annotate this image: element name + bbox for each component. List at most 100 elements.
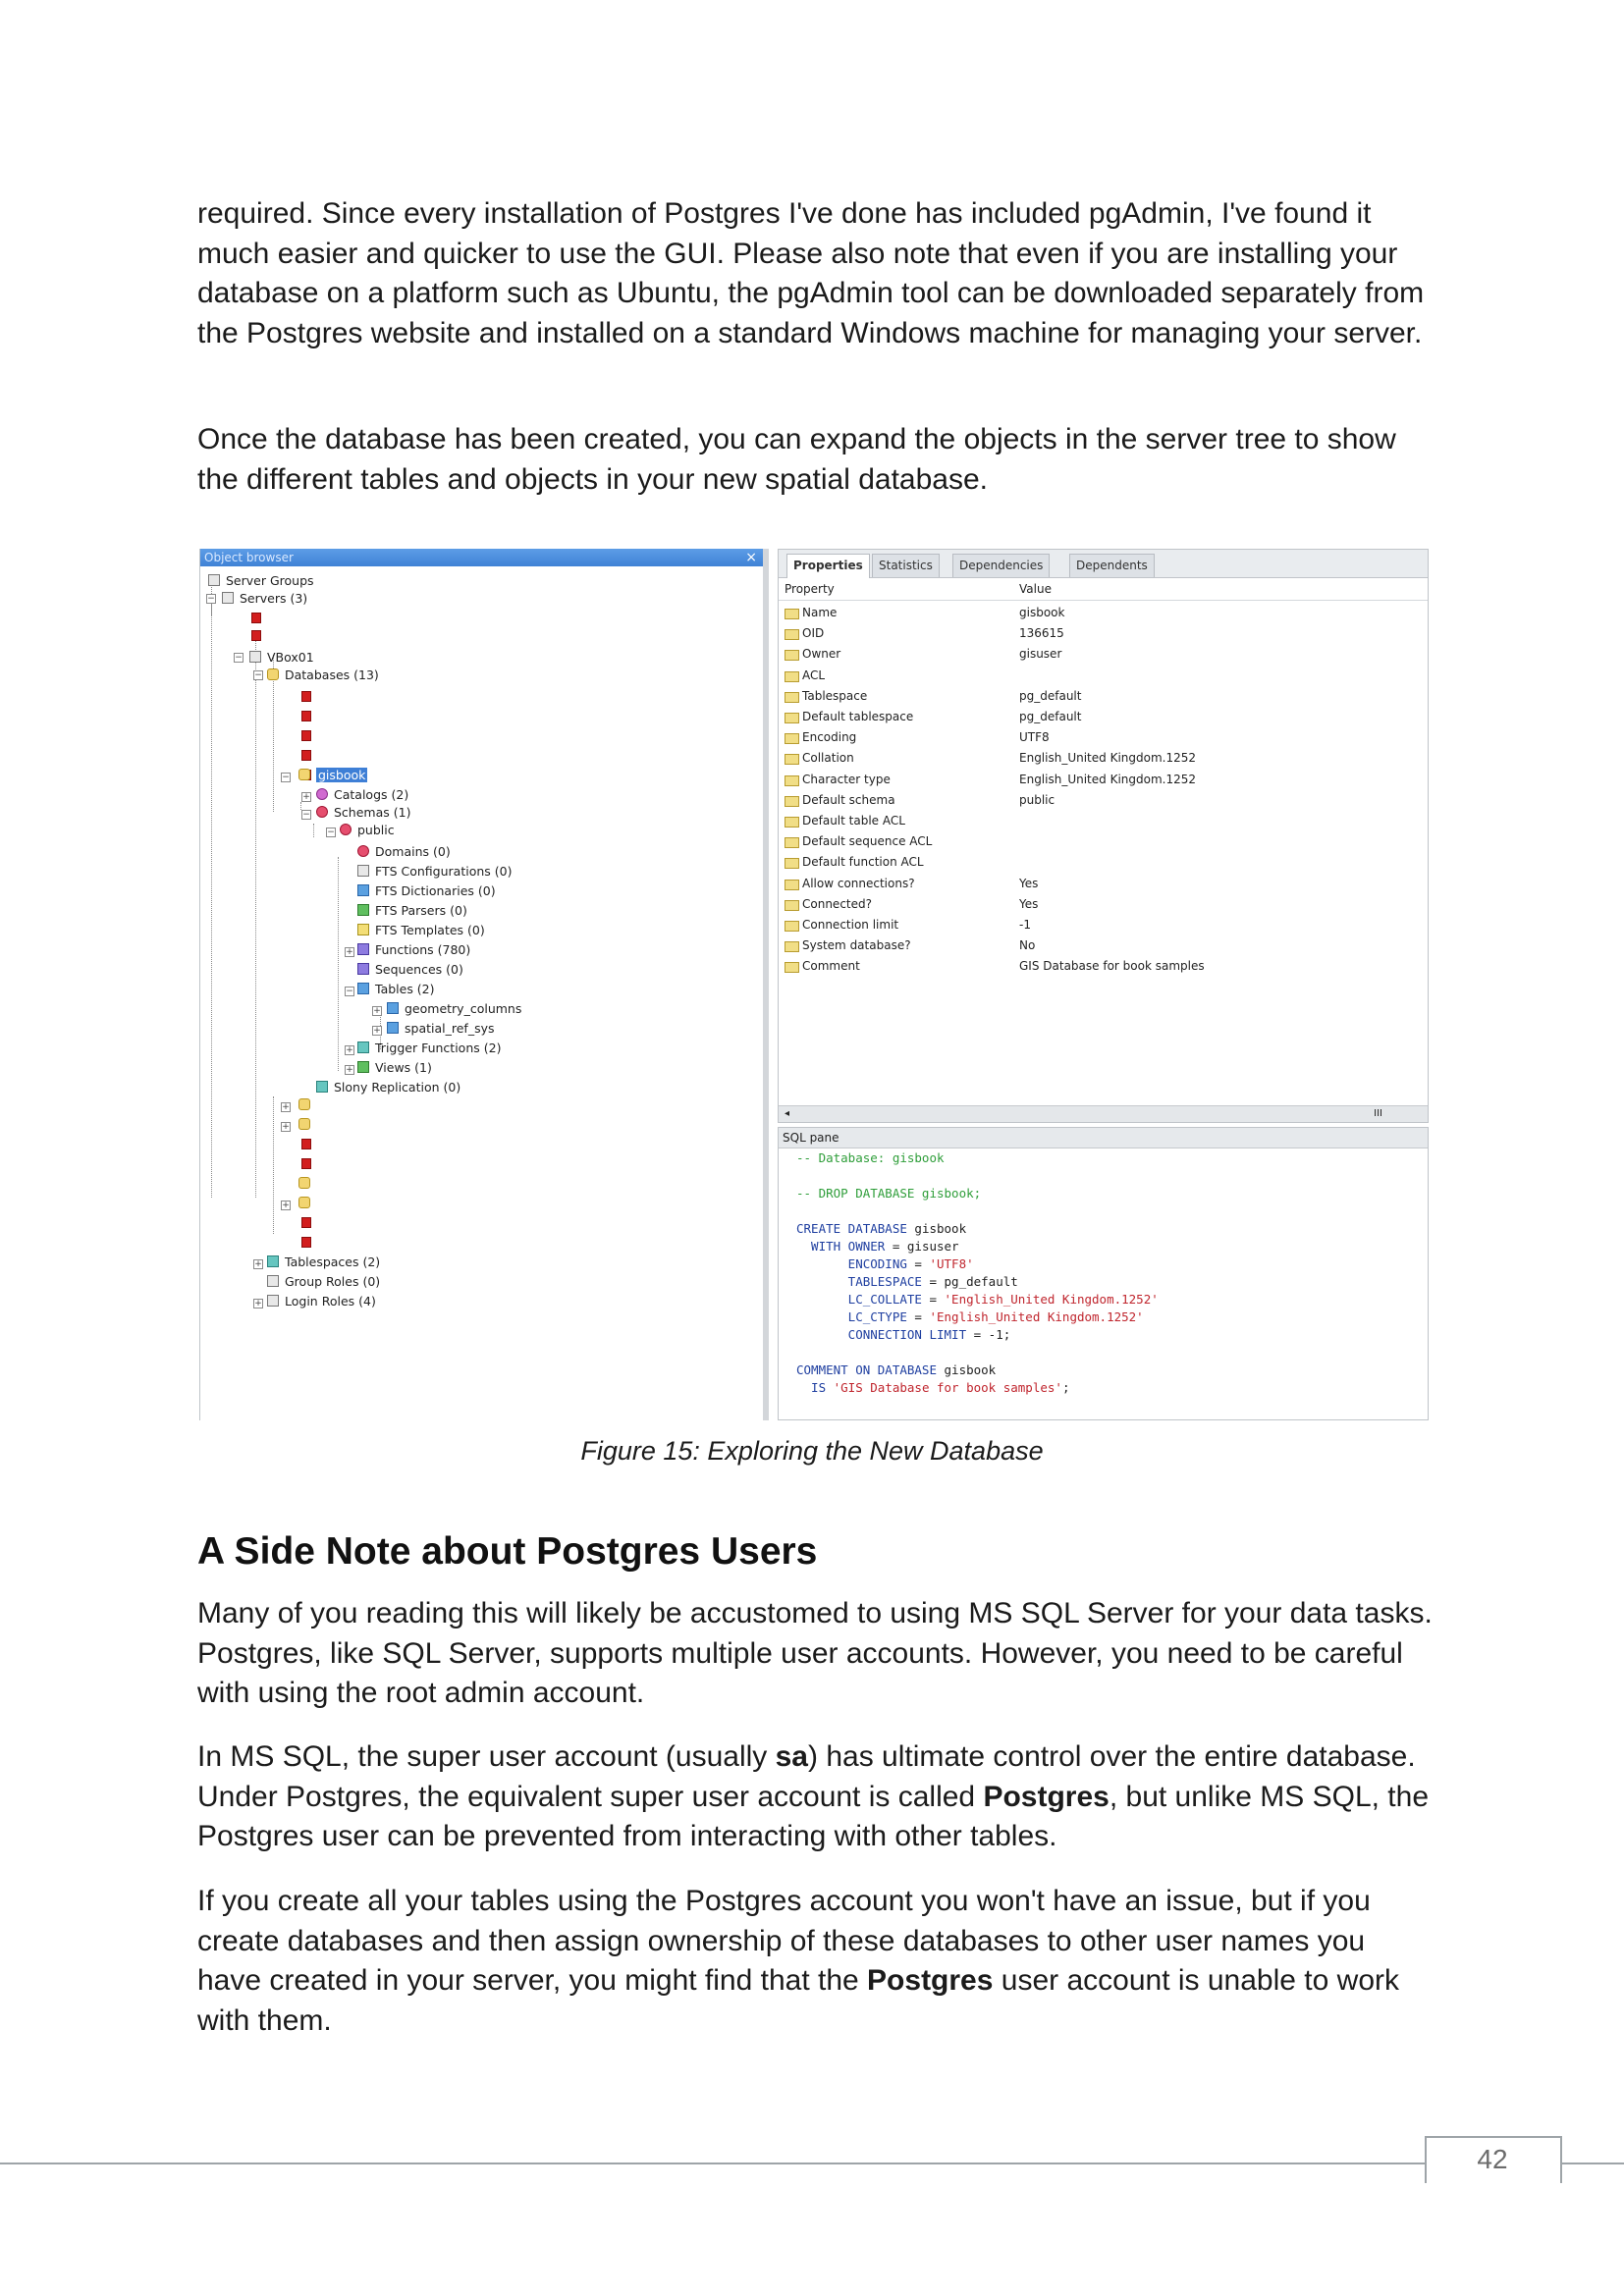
collapse-icon[interactable]: − [326,828,336,837]
expand-icon[interactable]: + [281,1201,291,1210]
property-row[interactable]: Default tablespace pg_default [779,707,1428,727]
database-disconnected-icon [301,1237,311,1248]
close-icon[interactable]: × [745,549,757,566]
tree-item-fts-dictionaries[interactable]: FTS Dictionaries (0) [357,882,496,900]
property-row[interactable]: Default sequence ACL [779,831,1428,852]
property-row[interactable]: Connection limit -1 [779,915,1428,935]
sql-text: = gisuser [885,1239,959,1254]
collapse-icon[interactable]: − [345,987,354,996]
sql-pane-title: SQL pane [779,1128,1428,1148]
tree-item-trigger-functions[interactable]: Trigger Functions (2) [357,1040,501,1057]
property-row[interactable]: ACL [779,666,1428,686]
property-row[interactable]: System database? No [779,935,1428,956]
property-row[interactable]: Comment GIS Database for book samples [779,956,1428,977]
tree-item-vbox01[interactable]: VBox01 [249,649,314,667]
property-row[interactable]: Character type English_United Kingdom.125… [779,770,1428,790]
property-row[interactable]: Encoding UTF8 [779,727,1428,748]
tree-item-functions[interactable]: Functions (780) [357,941,470,959]
expand-icon[interactable]: + [281,1102,291,1112]
tree-item-login-roles[interactable]: Login Roles (4) [267,1293,376,1310]
sql-text: gisbook [937,1362,997,1377]
expand-icon[interactable]: + [345,1065,354,1075]
property-row[interactable]: Default table ACL [779,811,1428,831]
property-row[interactable]: Allow connections? Yes [779,874,1428,894]
tree-item-geometry-columns[interactable]: geometry_columns [387,1000,521,1018]
property-row[interactable]: Default schema public [779,790,1428,811]
tab-dependencies[interactable]: Dependencies [952,554,1051,577]
tree-item-fts-templates[interactable]: FTS Templates (0) [357,922,485,939]
property-row[interactable]: Collation English_United Kingdom.1252 [779,748,1428,769]
expand-icon[interactable]: + [253,1299,263,1308]
tree-item-tablespaces[interactable]: Tablespaces (2) [267,1254,380,1271]
tree-item-db[interactable] [298,1116,316,1134]
tab-dependents[interactable]: Dependents [1069,554,1155,577]
tree-item-public[interactable]: public [340,822,395,839]
property-value: UTF8 [1019,730,1050,745]
property-value: Yes [1019,876,1039,890]
expand-icon[interactable]: + [281,1122,291,1132]
property-icon [785,609,799,619]
tree-item-db[interactable] [301,727,317,745]
tree-item-db[interactable] [301,747,317,765]
property-value: 136615 [1019,626,1064,641]
tree-item-db[interactable] [298,1195,316,1212]
bold-term: Postgres [983,1780,1110,1813]
tree-item-db[interactable] [301,1136,317,1153]
tree-item-db[interactable] [298,1175,316,1193]
sql-line: TABLESPACE = pg_default [796,1273,1018,1291]
tree-label: Sequences (0) [375,962,463,977]
property-column-header[interactable]: Property [785,582,835,596]
tree-item-databases[interactable]: Databases (13) [267,667,379,684]
property-row[interactable]: Name gisbook [779,603,1428,623]
expand-icon[interactable]: + [372,1006,382,1016]
property-row[interactable]: Tablespace pg_default [779,686,1428,707]
property-row[interactable]: Connected? Yes [779,894,1428,915]
horizontal-scrollbar[interactable]: ◂ III [779,1105,1428,1122]
tree-item-db[interactable] [301,1214,317,1232]
tree-item-gisbook[interactable]: gisbook [298,767,368,784]
tree-item-db[interactable] [298,1096,316,1114]
expand-icon[interactable]: + [301,792,311,802]
tree-item-sequences[interactable]: Sequences (0) [357,961,463,979]
tree-item-group-roles[interactable]: Group Roles (0) [267,1273,380,1291]
tree-item-tables[interactable]: Tables (2) [357,981,435,998]
collapse-icon[interactable]: − [281,773,291,782]
scroll-grip-icon[interactable]: III [1374,1106,1382,1122]
tree-item-db[interactable] [301,708,317,725]
tab-properties[interactable]: Properties [786,554,870,578]
tree-item-domains[interactable]: Domains (0) [357,843,451,861]
tree-item-schemas[interactable]: Schemas (1) [316,804,410,822]
tree-item-slony[interactable]: Slony Replication (0) [316,1079,460,1096]
expand-icon[interactable]: + [345,1045,354,1055]
tree-item-spatial-ref-sys[interactable]: spatial_ref_sys [387,1020,495,1038]
expand-icon[interactable]: + [372,1026,382,1036]
collapse-icon[interactable]: − [301,810,311,820]
tree-item-catalogs[interactable]: Catalogs (2) [316,786,408,804]
collapse-icon[interactable]: − [234,653,244,663]
property-name: Tablespace [802,688,868,703]
property-row[interactable]: Default function ACL [779,852,1428,873]
properties-header: Property Value [779,582,1428,601]
scroll-left-icon[interactable]: ◂ [785,1106,789,1122]
tree-item-db[interactable] [301,1155,317,1173]
expand-icon[interactable]: + [253,1259,263,1269]
property-row[interactable]: OID 136615 [779,623,1428,644]
value-column-header[interactable]: Value [1019,582,1052,596]
tree-item-db[interactable] [301,1234,317,1252]
property-row[interactable]: Owner gisuser [779,644,1428,665]
tab-statistics[interactable]: Statistics [872,554,940,577]
tree-item-server-2[interactable] [251,627,267,645]
collapse-icon[interactable]: − [253,670,263,680]
sql-keyword: TABLESPACE [796,1274,922,1289]
tree-item-db[interactable] [301,688,317,706]
property-name: OID [802,626,825,641]
tree-item-server-1[interactable] [251,610,267,627]
collapse-icon[interactable]: − [206,594,216,604]
tree-item-views[interactable]: Views (1) [357,1059,432,1077]
tree-item-fts-parsers[interactable]: FTS Parsers (0) [357,902,467,920]
tree-item-servers[interactable]: Servers (3) [222,590,307,608]
tree-item-fts-configurations[interactable]: FTS Configurations (0) [357,863,512,881]
expand-icon[interactable]: + [345,947,354,957]
property-value: pg_default [1019,710,1082,723]
tree-item-server-groups[interactable]: Server Groups [208,572,314,590]
